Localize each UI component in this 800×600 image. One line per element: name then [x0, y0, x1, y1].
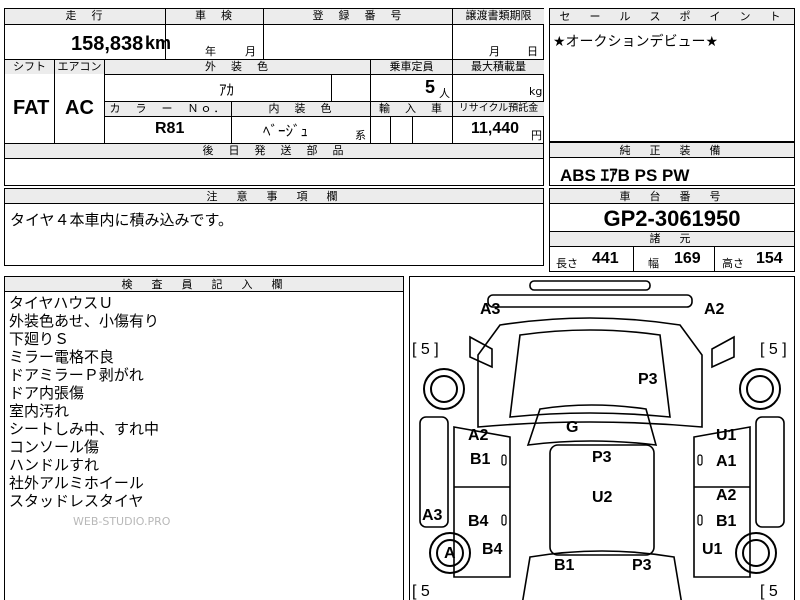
ac-value: AC — [65, 97, 94, 119]
damage-mark: P3 — [638, 371, 658, 388]
inspection-header: 車 検 — [166, 9, 263, 24]
width-value: 169 — [674, 250, 701, 267]
inspector-note-line: 外装色あせ、小傷有り — [9, 312, 160, 330]
exterior-color-value: ｱｶ — [219, 81, 235, 99]
damage-mark: P3 — [632, 557, 652, 574]
sales-point-text: ★オークションデビュー★ — [553, 34, 719, 50]
damage-diagram-box: [ 5 ] [ 5 ] [ 5 [ 5 A3 A2 P3 G A2 B1 U1 … — [409, 276, 795, 600]
damage-mark: B4 — [482, 541, 503, 558]
mileage-header: 走 行 — [5, 9, 165, 24]
tire-rear-right: [ 5 — [760, 583, 778, 600]
inspector-note-line: 室内汚れ — [9, 402, 70, 420]
equipment-text: ABS ｴｱB PS PW — [560, 166, 690, 185]
interior-color-suffix: 系 — [355, 129, 366, 142]
height-label: 高さ — [722, 257, 744, 270]
tire-front-left: [ 5 ] — [412, 341, 439, 358]
transfer-deadline-header: 譲渡書類期限 — [453, 9, 544, 24]
shift-header: シフト — [5, 60, 54, 74]
registration-header: 登 録 番 号 — [264, 9, 452, 24]
inspector-notes-list: タイヤハウスＵ 外装色あせ、小傷有り 下廻りＳ ミラー電格不良 ドアミラーＰ剥がれ ドア内… — [9, 294, 159, 510]
damage-mark: U1 — [716, 427, 737, 444]
exterior-color-header: 外 装 色 — [105, 60, 370, 74]
specs-header: 諸 元 — [550, 232, 794, 247]
damage-mark: A1 — [716, 453, 737, 470]
damage-mark: B1 — [470, 451, 491, 468]
chassis-header: 車 台 番 号 — [550, 189, 794, 204]
import-car-header: 輸 入 車 — [371, 102, 452, 116]
tire-front-right: [ 5 ] — [760, 341, 787, 358]
interior-color-header: 内 装 色 — [232, 102, 370, 116]
notes-text: タイヤ４本車内に積み込みです。 — [10, 211, 234, 229]
tire-rear-left: [ 5 — [412, 583, 430, 600]
transfer-month-label: 月 — [489, 45, 500, 58]
watermark: WEB-STUDIO.PRO — [73, 515, 171, 528]
chassis-number: GP2-3061950 — [603, 206, 741, 231]
inspector-note-line: 下廻りＳ — [9, 330, 70, 348]
recycle-deposit-value: 11,440 — [471, 120, 520, 137]
sales-point-header: セ ー ル ス ポ イ ン ト — [550, 9, 794, 25]
transfer-day-label: 日 — [527, 45, 538, 58]
inspector-note-line: スタッドレスタイヤ — [9, 492, 144, 510]
inspector-note-line: シートしみ中、すれ中 — [9, 420, 160, 438]
damage-mark: B4 — [468, 513, 489, 530]
inspector-note-line: ミラー電格不良 — [9, 348, 115, 366]
later-parts-header: 後 日 発 送 部 品 — [5, 144, 543, 158]
width-label: 幅 — [648, 257, 659, 270]
inspector-note-line: ドア内張傷 — [9, 384, 85, 402]
notes-header: 注 意 事 項 欄 — [5, 189, 543, 204]
damage-mark: A2 — [704, 301, 725, 318]
damage-mark: P3 — [592, 449, 612, 466]
mileage-value: 158,838 — [71, 33, 144, 55]
color-no-header: カ ラ ー Ｎｏ． — [105, 102, 231, 116]
damage-mark: G — [566, 419, 579, 436]
equipment-box: 純 正 装 備 ABS ｴｱB PS PW — [549, 142, 795, 186]
inspector-note-line: 社外アルミホイール — [9, 474, 144, 492]
inspector-notes-box: 検 査 員 記 入 欄 タイヤハウスＵ 外装色あせ、小傷有り 下廻りＳ ミラー電格不良… — [4, 276, 404, 600]
damage-mark: A3 — [422, 507, 443, 524]
recycle-deposit-unit: 円 — [531, 129, 542, 142]
inspector-note-line: タイヤハウスＵ — [9, 294, 114, 312]
damage-mark: B1 — [554, 557, 575, 574]
inspector-note-line: ハンドルすれ — [9, 456, 100, 474]
sales-point-box: セ ー ル ス ポ イ ン ト ★オークションデビュー★ — [549, 8, 795, 142]
capacity-value: 5 — [425, 77, 436, 97]
notes-box: 注 意 事 項 欄 タイヤ４本車内に積み込みです。 — [4, 188, 544, 266]
interior-color-value: ﾍﾞｰｼﾞｭ — [263, 122, 309, 140]
mileage-unit: km — [145, 33, 172, 53]
recycle-deposit-header: リサイクル預託金 — [453, 102, 544, 116]
equipment-header: 純 正 装 備 — [550, 143, 794, 158]
height-value: 154 — [756, 250, 783, 267]
color-no-value: R81 — [155, 120, 185, 137]
capacity-unit: 人 — [439, 87, 450, 100]
max-load-unit: kg — [529, 85, 543, 98]
max-load-header: 最大積載量 — [453, 60, 544, 74]
damage-mark: U1 — [702, 541, 723, 558]
damage-mark: U2 — [592, 489, 613, 506]
damage-mark: B1 — [716, 513, 737, 530]
inspector-note-line: ドアミラーＰ剥がれ — [9, 366, 144, 384]
shift-value: FAT — [13, 97, 50, 119]
inspection-month-label: 月 — [245, 45, 256, 58]
length-label: 長さ — [556, 257, 578, 270]
damage-mark: A3 — [480, 301, 501, 318]
chassis-box: 車 台 番 号 GP2-3061950 諸 元 長さ 441 幅 169 高さ … — [549, 188, 795, 272]
capacity-header: 乗車定員 — [371, 60, 452, 74]
length-value: 441 — [592, 250, 619, 267]
inspector-note-line: コンソール傷 — [9, 438, 100, 456]
damage-mark: A2 — [468, 427, 489, 444]
damage-mark: A — [444, 545, 456, 562]
vehicle-spec-table: 走 行 車 検 登 録 番 号 譲渡書類期限 158,838 km 年 月 月 … — [4, 8, 544, 186]
inspection-year-label: 年 — [205, 45, 216, 58]
damage-mark: A2 — [716, 487, 737, 504]
ac-header: エアコン — [55, 60, 104, 74]
inspector-notes-header: 検 査 員 記 入 欄 — [5, 277, 403, 292]
